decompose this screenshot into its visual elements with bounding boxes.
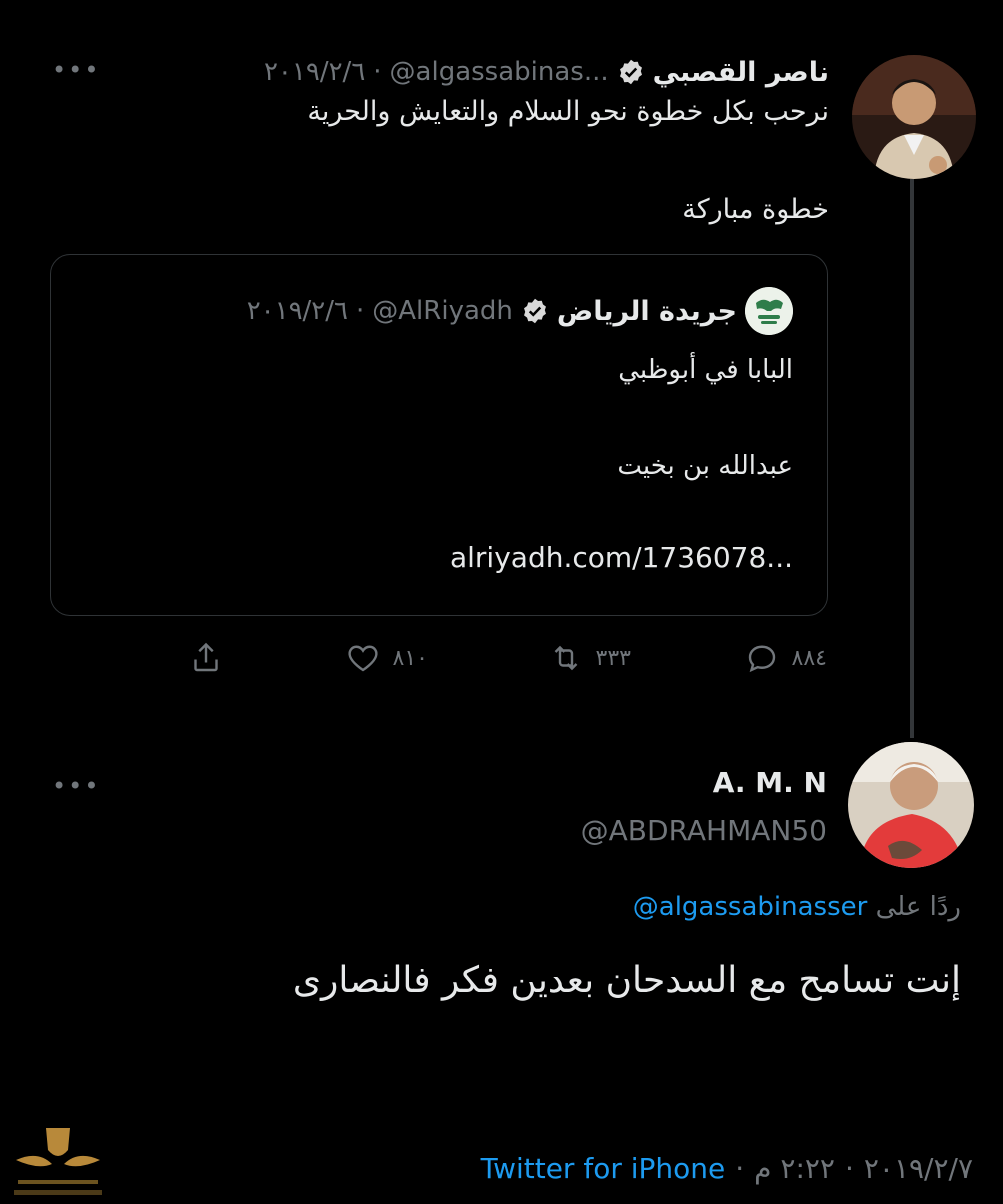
quote-handle[interactable]: @AlRiyadh: [372, 296, 513, 326]
reply-count: ٨٨٤: [791, 645, 827, 671]
tweet-more-icon[interactable]: •••: [52, 56, 100, 84]
reply-date[interactable]: ٢٠١٩/٢/٧: [864, 1152, 973, 1185]
avatar-image: [852, 55, 976, 179]
tweet-header: ناصر القصبي @algassabinas... · ٢٠١٩/٢/٦: [264, 52, 829, 92]
reply-author-name[interactable]: A. M. N: [713, 766, 827, 799]
watermark-shield-icon: [14, 1128, 102, 1195]
quote-avatar: [745, 287, 793, 335]
retweet-action[interactable]: ٣٣٣: [548, 638, 631, 678]
separator-dot: ·: [844, 1152, 854, 1185]
tweet-author-name[interactable]: ناصر القصبي: [653, 57, 829, 88]
tweet-handle[interactable]: @algassabinas...: [390, 57, 609, 87]
separator-dot: ·: [356, 296, 365, 326]
reply-avatar[interactable]: [848, 742, 974, 868]
verified-badge-icon: [619, 59, 642, 85]
replying-to-handle[interactable]: @algassabinasser: [633, 892, 868, 922]
forum-watermark-logo: [8, 1120, 108, 1200]
thread-connector: [910, 178, 914, 738]
replying-to: ردًا على @algassabinasser: [633, 892, 961, 922]
avatar-image: [848, 742, 974, 868]
share-action[interactable]: [188, 638, 224, 678]
retweet-count: ٣٣٣: [595, 645, 631, 671]
reply-time[interactable]: ٢:٢٢ م: [754, 1152, 835, 1185]
quote-text-line2: عبدالله بن بخيت: [617, 451, 793, 481]
reply-more-icon[interactable]: •••: [52, 772, 100, 800]
like-count: ٨١٠: [392, 645, 428, 671]
retweet-icon: [554, 645, 577, 671]
replying-to-prefix: ردًا على: [875, 892, 961, 922]
reply-source[interactable]: Twitter for iPhone: [481, 1152, 726, 1185]
quoted-tweet-card[interactable]: جريدة الرياض @AlRiyadh · ٢٠١٩/٢/٦ البابا…: [50, 254, 828, 616]
tweet-date[interactable]: ٢٠١٩/٢/٦: [264, 57, 365, 87]
tweet-avatar[interactable]: [852, 55, 976, 179]
quote-text-line1: البابا في أبوظبي: [618, 355, 793, 385]
heart-icon: [348, 645, 378, 672]
separator-dot: ·: [373, 57, 382, 87]
tweet-text-line2: خطوة مباركة: [682, 194, 829, 225]
quote-link[interactable]: alriyadh.com/1736078...: [450, 541, 793, 574]
share-icon: [194, 642, 218, 672]
reply-meta: ٢٠١٩/٢/٧ · ٢:٢٢ م · Twitter for iPhone: [481, 1152, 973, 1185]
quote-header: جريدة الرياض @AlRiyadh · ٢٠١٩/٢/٦: [247, 287, 793, 335]
like-action[interactable]: ٨١٠: [345, 638, 428, 678]
verified-badge-icon: [523, 298, 546, 324]
separator-dot: ·: [735, 1152, 745, 1185]
tweet-text-line1: نرحب بكل خطوة نحو السلام والتعايش والحري…: [307, 96, 829, 127]
reply-action[interactable]: ٨٨٤: [744, 638, 827, 678]
reply-text: إنت تسامح مع السدحان بعدين فكر فالنصارى: [292, 960, 961, 1001]
reply-handle[interactable]: @ABDRAHMAN50: [581, 814, 827, 847]
quote-author-name[interactable]: جريدة الرياض: [557, 296, 737, 327]
alriyadh-logo-icon: [745, 287, 793, 335]
quote-date[interactable]: ٢٠١٩/٢/٦: [247, 296, 348, 326]
reply-icon: [748, 645, 775, 673]
